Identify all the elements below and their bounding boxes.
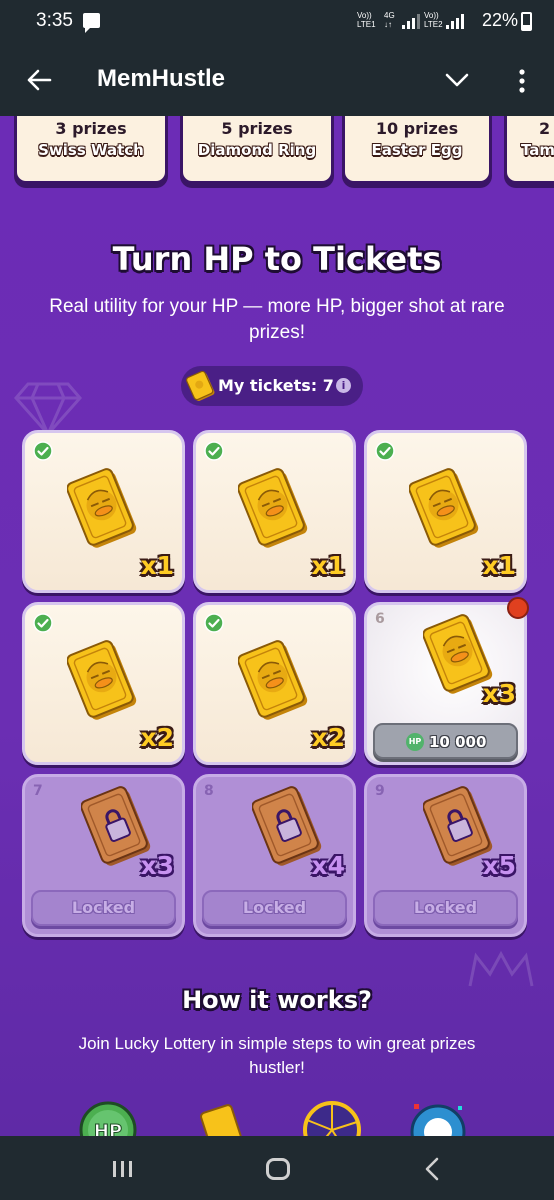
prize-count: 2 bbox=[539, 119, 551, 138]
ticket-card-8: 8 x4 Locked bbox=[193, 774, 356, 937]
ticket-icon bbox=[186, 370, 215, 401]
checkmark-icon bbox=[204, 441, 224, 461]
ticket-card-6[interactable]: 6 x3 HP 10 000 bbox=[364, 602, 527, 765]
ticket-icon bbox=[238, 640, 308, 720]
status-time: 3:35 bbox=[36, 10, 73, 31]
prize-name: Diamond Ring bbox=[197, 141, 317, 159]
prize-name: Easter Egg bbox=[371, 141, 463, 159]
battery-percentage: 22% bbox=[481, 10, 518, 30]
card-number: 8 bbox=[204, 783, 214, 799]
signal-bars-1-icon bbox=[402, 14, 420, 29]
buy-ticket-button[interactable]: HP 10 000 bbox=[373, 723, 518, 759]
hp-coin-icon: HP bbox=[406, 733, 424, 751]
my-tickets-count: My tickets: 7 bbox=[218, 376, 334, 395]
checkmark-icon bbox=[204, 613, 224, 633]
section-title: Turn HP to Tickets bbox=[112, 240, 442, 278]
ticket-card-9: 9 x5 Locked bbox=[364, 774, 527, 937]
ticket-icon bbox=[200, 1104, 246, 1136]
how-it-works-subtitle: Join Lucky Lottery in simple steps to wi… bbox=[78, 1034, 476, 1077]
diamond-watermark-icon bbox=[14, 382, 82, 436]
battery-icon bbox=[521, 12, 532, 31]
ticket-card-4[interactable]: x2 bbox=[22, 602, 185, 765]
message-notification-icon bbox=[83, 13, 100, 33]
locked-label: Locked bbox=[242, 898, 307, 917]
prize-name: Tam bbox=[521, 141, 554, 159]
status-bar: 3:35 Vo)) LTE1 4G ↓↑ Vo)) LTE2 22% bbox=[0, 0, 554, 44]
card-number: 7 bbox=[33, 783, 43, 799]
svg-text:HP: HP bbox=[94, 1121, 122, 1136]
ticket-card-5[interactable]: x2 bbox=[193, 602, 356, 765]
ticket-icon bbox=[238, 468, 308, 548]
section-subtitle: Real utility for your HP — more HP, bigg… bbox=[49, 296, 505, 343]
ticket-multiplier: x3 bbox=[140, 851, 174, 880]
checkmark-icon bbox=[33, 441, 53, 461]
sim2-indicator: Vo)) LTE2 bbox=[424, 11, 443, 29]
how-it-works-title: How it works? bbox=[182, 986, 372, 1014]
prize-card-swiss-watch[interactable]: 3 prizes Swiss Watch bbox=[14, 116, 168, 184]
signal-bars-2-icon bbox=[446, 14, 464, 29]
locked-button: Locked bbox=[202, 890, 347, 926]
lottery-content[interactable]: 3 prizes Swiss Watch 5 prizes Diamond Ri… bbox=[0, 116, 554, 1136]
chevron-down-icon[interactable] bbox=[444, 70, 470, 90]
back-arrow-icon[interactable] bbox=[26, 68, 52, 92]
prize-name: Swiss Watch bbox=[38, 141, 144, 159]
ticket-card-2[interactable]: x1 bbox=[193, 430, 356, 593]
prize-count: 5 prizes bbox=[221, 119, 293, 138]
locked-button: Locked bbox=[373, 890, 518, 926]
info-icon[interactable]: i bbox=[336, 378, 351, 393]
sim1-indicator: Vo)) LTE1 bbox=[357, 11, 376, 29]
card-number: 9 bbox=[375, 783, 385, 799]
home-icon[interactable] bbox=[266, 1158, 290, 1180]
ticket-multiplier: x1 bbox=[482, 551, 516, 580]
hp-coin-icon: HP bbox=[79, 1101, 137, 1136]
system-back-icon[interactable] bbox=[424, 1157, 440, 1181]
ticket-multiplier: x3 bbox=[482, 679, 516, 708]
ticket-icon bbox=[67, 640, 137, 720]
ticket-card-1[interactable]: x1 bbox=[22, 430, 185, 593]
card-number: 6 bbox=[375, 611, 385, 627]
lottery-ball-icon bbox=[410, 1104, 466, 1136]
ticket-card-7: 7 x3 Locked bbox=[22, 774, 185, 937]
ticket-multiplier: x2 bbox=[140, 723, 174, 752]
notification-dot bbox=[507, 597, 529, 619]
locked-label: Locked bbox=[71, 898, 136, 917]
prize-count: 10 prizes bbox=[375, 119, 459, 138]
ticket-multiplier: x1 bbox=[311, 551, 345, 580]
ticket-multiplier: x4 bbox=[311, 851, 345, 880]
checkmark-icon bbox=[375, 441, 395, 461]
app-bar: MemHustle bbox=[0, 44, 554, 116]
more-vertical-icon[interactable] bbox=[512, 68, 532, 94]
network-type-indicator: 4G ↓↑ bbox=[384, 11, 395, 29]
ticket-icon bbox=[67, 468, 137, 548]
ticket-card-3[interactable]: x1 bbox=[364, 430, 527, 593]
recent-apps-icon[interactable] bbox=[112, 1160, 134, 1178]
system-nav-bar bbox=[0, 1136, 554, 1200]
prize-card-easter-egg[interactable]: 10 prizes Easter Egg bbox=[342, 116, 492, 184]
prize-card-diamond-ring[interactable]: 5 prizes Diamond Ring bbox=[180, 116, 334, 184]
ticket-price: 10 000 bbox=[429, 733, 487, 751]
prize-card-partial[interactable]: 2 Tam bbox=[504, 116, 554, 184]
ticket-multiplier: x2 bbox=[311, 723, 345, 752]
ticket-multiplier: x5 bbox=[482, 851, 516, 880]
ticket-multiplier: x1 bbox=[140, 551, 174, 580]
locked-label: Locked bbox=[413, 898, 478, 917]
checkmark-icon bbox=[33, 613, 53, 633]
ticket-icon bbox=[409, 468, 479, 548]
locked-button: Locked bbox=[31, 890, 176, 926]
my-tickets-badge: My tickets: 7 i bbox=[181, 366, 363, 406]
crown-watermark-icon bbox=[468, 950, 534, 987]
wheel-icon bbox=[303, 1101, 361, 1136]
app-title: MemHustle bbox=[97, 65, 226, 92]
prize-count: 3 prizes bbox=[55, 119, 127, 138]
